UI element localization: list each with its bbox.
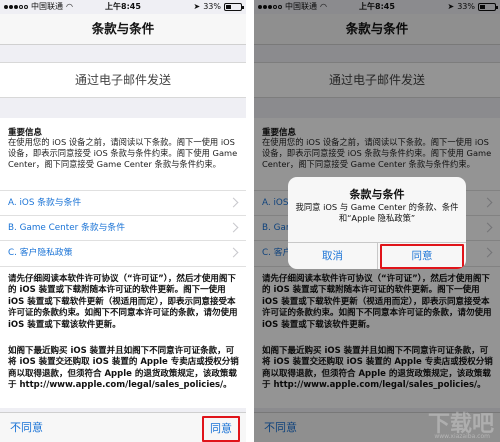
battery-icon <box>224 3 244 11</box>
chevron-right-icon <box>228 247 239 258</box>
link-ios-terms[interactable]: A. iOS 条款与条件 <box>0 190 246 216</box>
watermark-url: www.xiazaiba.com <box>434 433 490 440</box>
terms-screen-right: 中国联通 ◠ 上午8:45 ➤ 33% 条款与条件 通过电子邮件发送 重要信息 … <box>254 0 500 442</box>
alert-title: 条款与条件 <box>349 188 405 201</box>
terms-content: 重要信息 在使用您的 iOS 设备之前，请阅读以下条款。阁下一使用 iOS 设备… <box>0 118 246 408</box>
agree-button[interactable]: 同意 <box>202 416 240 442</box>
alert-message: 我同意 iOS 与 Game Center 的条款、条件和“Apple 隐私政策… <box>295 202 459 223</box>
info-body: 在使用您的 iOS 设备之前，请阅读以下条款。阁下一使用 iOS 设备，即表示同… <box>8 137 238 169</box>
link-privacy-policy[interactable]: C. 客户隐私政策 <box>0 240 246 267</box>
terms-screen-left: 中国联通 ◠ 上午8:45 ➤ 33% 条款与条件 通过电子邮件发送 重要信息 … <box>0 0 246 442</box>
battery-percent: 33% <box>203 2 221 11</box>
alert-agree-button[interactable]: 同意 <box>380 244 464 269</box>
license-paragraph: 请先仔细阅读本软件许可协议（“许可证”），然后才使用阁下的 iOS 装置或下载附… <box>8 274 238 330</box>
location-icon: ➤ <box>193 2 201 11</box>
link-label: C. 客户隐私政策 <box>8 248 73 258</box>
send-by-email-button[interactable]: 通过电子邮件发送 <box>0 62 246 98</box>
link-label: B. Game Center 条款与条件 <box>8 223 126 233</box>
terms-alert-dialog: 条款与条件 我同意 iOS 与 Game Center 的条款、条件和“Appl… <box>288 177 466 269</box>
refund-paragraph: 如阁下最近购买 iOS 装置并且如阁下不同意许可证条款，可将 iOS 装置交还购… <box>8 346 239 391</box>
divider <box>246 0 254 442</box>
alert-buttons: 取消 同意 <box>288 242 466 269</box>
page-title: 条款与条件 <box>91 21 155 36</box>
link-label: A. iOS 条款与条件 <box>8 198 82 208</box>
chevron-right-icon <box>228 197 239 208</box>
disagree-button[interactable]: 不同意 <box>10 413 43 442</box>
status-bar: 中国联通 ◠ 上午8:45 ➤ 33% <box>0 0 246 14</box>
link-game-center-terms[interactable]: B. Game Center 条款与条件 <box>0 215 246 241</box>
alert-cancel-button[interactable]: 取消 <box>288 243 378 269</box>
bottom-toolbar: 不同意 同意 <box>0 412 246 442</box>
nav-bar: 条款与条件 <box>0 14 246 45</box>
chevron-right-icon <box>228 222 239 233</box>
